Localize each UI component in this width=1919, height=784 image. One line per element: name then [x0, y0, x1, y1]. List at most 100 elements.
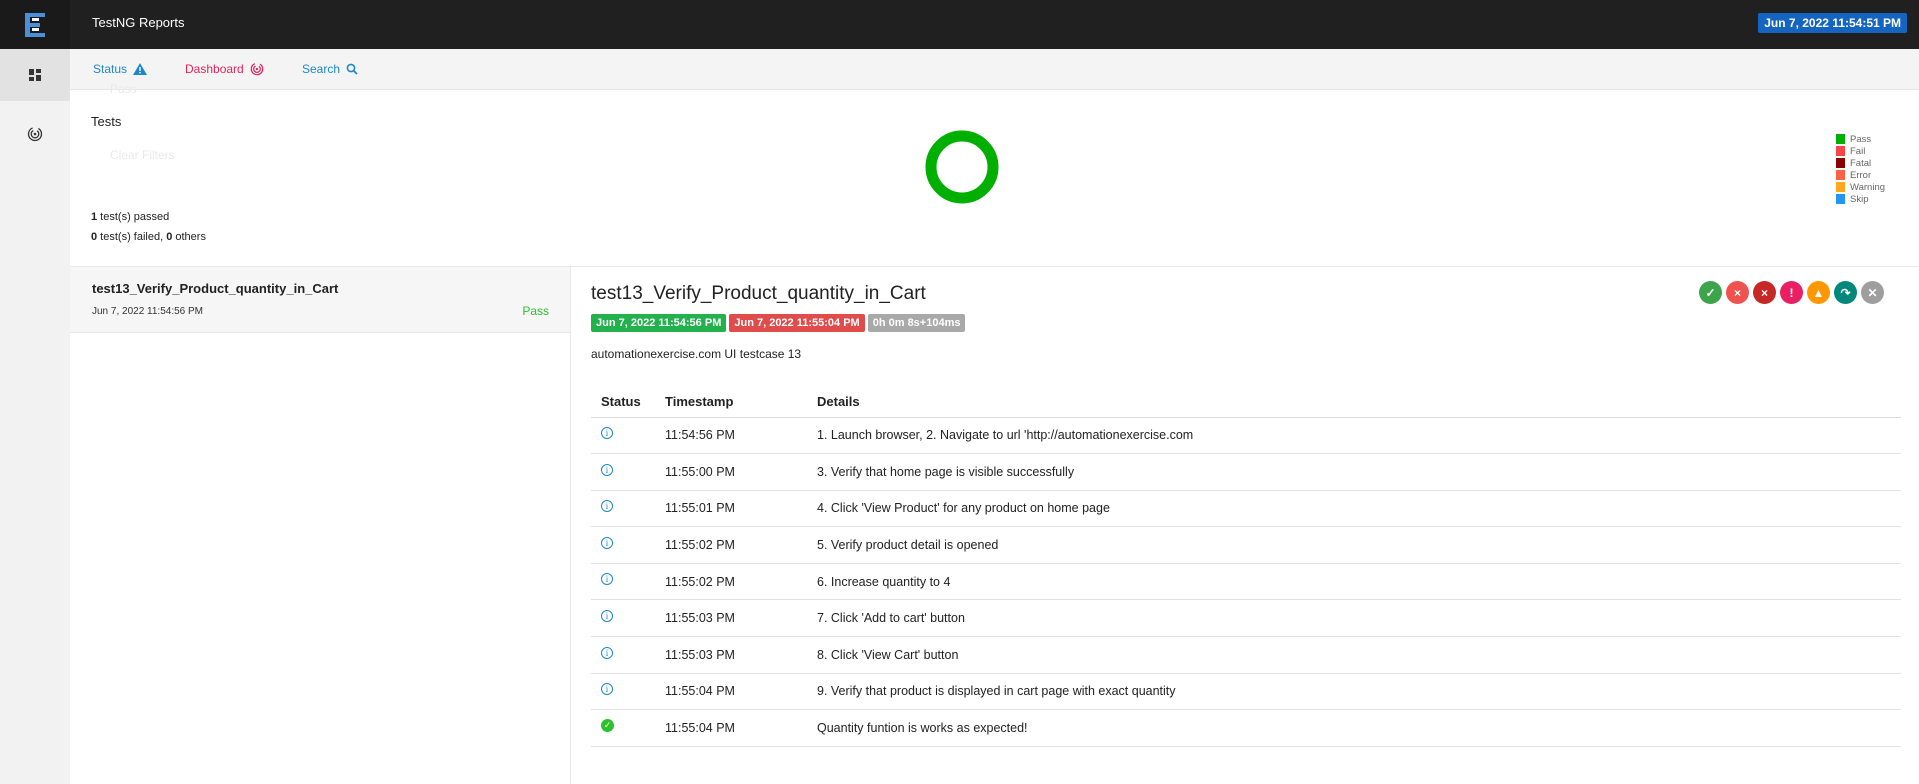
- filter-pass-button[interactable]: ✓: [1699, 281, 1722, 304]
- log-time: 11:55:00 PM: [655, 453, 807, 491]
- info-icon: i: [601, 536, 613, 549]
- test-name: test13_Verify_Product_quantity_in_Cart: [92, 281, 339, 296]
- log-status: i: [591, 417, 655, 455]
- fail-x-icon: ×: [1733, 285, 1741, 300]
- nav-search-label: Search: [302, 62, 341, 76]
- dashboard-title: Tests: [91, 114, 122, 129]
- log-details: 5. Verify product detail is opened: [807, 526, 1901, 564]
- pass-check-icon: ✓: [601, 719, 614, 733]
- log-details: 4. Click 'View Product' for any product …: [807, 490, 1901, 528]
- info-icon: i: [601, 463, 613, 476]
- log-details: 1. Launch browser, 2. Navigate to url 'h…: [807, 417, 1901, 455]
- legend-swatch: [1836, 146, 1845, 156]
- legend-item: Skip: [1836, 193, 1885, 205]
- duration-badge: 0h 0m 8s+104ms: [867, 314, 966, 332]
- log-row: i 11:55:00 PM 3. Verify that home page i…: [591, 453, 1901, 491]
- sidebar-item-tests[interactable]: [0, 49, 70, 101]
- log-details: 3. Verify that home page is visible succ…: [807, 453, 1901, 491]
- time-badges: Jun 7, 2022 11:54:56 PM Jun 7, 2022 11:5…: [591, 314, 966, 332]
- test-list-item[interactable]: test13_Verify_Product_quantity_in_Cart J…: [70, 267, 570, 333]
- info-icon: i: [601, 427, 613, 439]
- legend-label: Error: [1850, 169, 1872, 181]
- detail-title: test13_Verify_Product_quantity_in_Cart: [591, 283, 926, 304]
- sidebar-item-dashboard[interactable]: [0, 108, 70, 160]
- log-row: i 11:55:03 PM 7. Click 'Add to cart' but…: [591, 599, 1901, 638]
- chart-legend: Pass Fail Fatal Error Warning Skip: [1836, 133, 1885, 205]
- nav-dashboard[interactable]: Dashboard: [185, 62, 264, 76]
- log-details: 9. Verify that product is displayed in c…: [807, 673, 1901, 711]
- fatal-x-icon: ×: [1760, 285, 1768, 300]
- nav-status-label: Status: [93, 62, 128, 76]
- legend-swatch: [1836, 170, 1845, 180]
- log-status: i: [591, 563, 655, 601]
- legend-item: Fatal: [1836, 157, 1885, 169]
- log-time: 11:55:02 PM: [655, 526, 807, 564]
- filter-warning-button[interactable]: ▲: [1807, 281, 1830, 304]
- logo[interactable]: [0, 0, 70, 49]
- nav-status[interactable]: Status: [93, 62, 148, 76]
- info-icon: i: [601, 646, 613, 659]
- sidebar: [0, 49, 70, 784]
- faded-menu-item: Pass: [110, 82, 137, 96]
- nav-search[interactable]: Search: [302, 62, 358, 76]
- log-time: 11:54:56 PM: [655, 417, 807, 455]
- passed-text: test(s) passed: [97, 211, 170, 223]
- pass-donut-chart: [925, 130, 999, 204]
- log-status: i: [591, 453, 655, 491]
- legend-swatch: [1836, 182, 1845, 192]
- log-status: i: [591, 673, 655, 711]
- report-date-badge: Jun 7, 2022 11:54:51 PM: [1758, 13, 1907, 33]
- faded-menu-item: Clear Filters: [110, 148, 175, 162]
- log-time: 11:55:02 PM: [655, 563, 807, 601]
- app-title: TestNG Reports: [92, 15, 185, 30]
- start-time-badge: Jun 7, 2022 11:54:56 PM: [591, 314, 727, 332]
- log-time: 11:55:03 PM: [655, 599, 807, 638]
- header-status: Status: [591, 387, 655, 418]
- legend-label: Pass: [1850, 133, 1872, 145]
- filter-fail-button[interactable]: ×: [1726, 281, 1749, 304]
- others-text: others: [172, 231, 206, 243]
- legend-item: Fail: [1836, 145, 1885, 157]
- warning-triangle-icon: [133, 63, 148, 75]
- legend-label: Fatal: [1850, 157, 1872, 169]
- test-status: Pass: [522, 304, 549, 318]
- log-row: i 11:54:56 PM 1. Launch browser, 2. Navi…: [591, 417, 1901, 455]
- legend-label: Skip: [1850, 193, 1869, 205]
- legend-swatch: [1836, 158, 1845, 168]
- log-status: i: [591, 599, 655, 638]
- legend-label: Warning: [1850, 181, 1886, 193]
- log-details: 7. Click 'Add to cart' button: [807, 599, 1901, 638]
- info-icon: i: [601, 573, 613, 586]
- log-details: 6. Increase quantity to 4: [807, 563, 1901, 601]
- header-timestamp: Timestamp: [655, 387, 807, 418]
- extent-logo-icon: [25, 12, 45, 37]
- test-time: Jun 7, 2022 11:54:56 PM: [92, 306, 204, 317]
- log-row: i 11:55:04 PM 9. Verify that product is …: [591, 673, 1901, 711]
- legend-item: Warning: [1836, 181, 1885, 193]
- info-icon: i: [601, 500, 613, 513]
- log-status: i: [591, 636, 655, 674]
- legend-item: Error: [1836, 169, 1885, 181]
- test-description: automationexercise.com UI testcase 13: [591, 347, 802, 361]
- failed-text: test(s) failed,: [97, 231, 167, 243]
- dashboard-summary: Pass Clear Filters Tests 1 test(s) passe…: [70, 82, 1919, 266]
- dashboard-grid-icon: [29, 69, 41, 81]
- log-row: i 11:55:02 PM 5. Verify product detail i…: [591, 526, 1901, 564]
- filter-skip-button[interactable]: ↷: [1834, 281, 1857, 304]
- log-time: 11:55:04 PM: [655, 709, 807, 747]
- filter-error-button[interactable]: !: [1780, 281, 1803, 304]
- filter-clear-button[interactable]: ✕: [1861, 281, 1884, 304]
- error-exclamation-icon: !: [1789, 285, 1794, 300]
- legend-swatch: [1836, 194, 1845, 204]
- log-row: i 11:55:02 PM 6. Increase quantity to 4: [591, 563, 1901, 601]
- nav-dashboard-label: Dashboard: [185, 62, 244, 76]
- log-details: Quantity funtion is works as expected!: [807, 709, 1901, 747]
- log-row: i 11:55:03 PM 8. Click 'View Cart' butto…: [591, 636, 1901, 674]
- sub-navigation: Status Dashboard Search: [70, 49, 1919, 90]
- fingerprint-icon: [27, 126, 43, 142]
- info-icon: i: [601, 609, 613, 622]
- log-row: i 11:55:01 PM 4. Click 'View Product' fo…: [591, 490, 1901, 528]
- fingerprint-icon: [250, 62, 264, 76]
- filter-fatal-button[interactable]: ×: [1753, 281, 1776, 304]
- failed-summary: 0 test(s) failed, 0 others: [91, 231, 206, 243]
